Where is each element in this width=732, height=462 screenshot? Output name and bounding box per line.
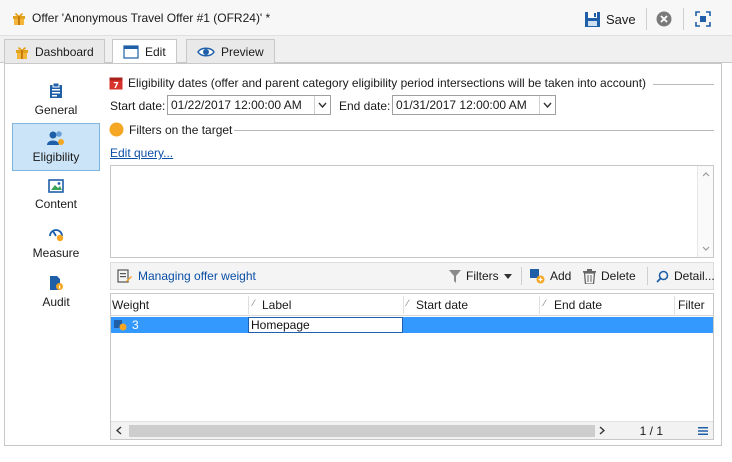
tab-label: Edit: [145, 45, 166, 59]
funnel-icon: [449, 269, 461, 283]
add-label: Add: [550, 269, 572, 283]
gift-icon: [13, 13, 25, 25]
save-button[interactable]: Save: [584, 8, 636, 30]
image-icon: [48, 179, 64, 193]
weight-table: Weight ⁄ Label ⁄ Start date ⁄ End date F…: [110, 293, 714, 440]
sidebar-item-content[interactable]: Content: [12, 171, 100, 219]
scrollbar-thumb[interactable]: [129, 425, 595, 437]
filter-status-icon: [109, 122, 124, 137]
sidebar-item-measure[interactable]: Measure: [12, 219, 100, 267]
magnifier-icon: [656, 270, 669, 283]
sidebar-item-eligibility[interactable]: Eligibility: [12, 123, 100, 171]
section-title: Filters on the target: [129, 122, 233, 137]
floppy-disk-icon: [585, 11, 600, 27]
end-date-label: End date:: [339, 99, 391, 113]
sidebar-item-label: General: [34, 103, 78, 117]
close-icon[interactable]: [655, 10, 673, 28]
managing-offer-weight-button[interactable]: Managing offer weight: [117, 263, 256, 289]
detail-button[interactable]: Detail...: [656, 263, 715, 289]
filters-label: Filters: [466, 269, 499, 283]
add-icon: [530, 269, 545, 284]
column-header-start-date[interactable]: Start date: [416, 298, 468, 312]
column-header-label[interactable]: Label: [262, 298, 291, 312]
tab-preview[interactable]: Preview: [186, 39, 275, 63]
chevron-right-icon[interactable]: [599, 426, 605, 435]
document-info-icon: [50, 276, 63, 290]
sidebar-item-general[interactable]: General: [12, 76, 100, 124]
horizontal-scrollbar[interactable]: 1 / 1: [111, 421, 713, 439]
query-preview: [110, 165, 714, 258]
start-date-field[interactable]: 01/22/2017 12:00:00 AM: [167, 95, 331, 115]
column-separator[interactable]: [403, 296, 404, 314]
section-divider: [234, 130, 714, 131]
column-separator[interactable]: [539, 296, 540, 314]
gift-icon: [16, 46, 28, 59]
sidebar: General Eligibility Content Measure Audi…: [6, 70, 102, 440]
window-title: Offer 'Anonymous Travel Offer #1 (OFR24)…: [32, 11, 271, 25]
column-header-end-date[interactable]: End date: [554, 298, 602, 312]
menu-icon[interactable]: [697, 425, 709, 437]
caret-down-icon: [503, 273, 512, 279]
detail-label: Detail...: [674, 269, 715, 283]
chevron-down-icon[interactable]: [314, 96, 330, 114]
start-date-value: 01/22/2017 12:00:00 AM: [171, 98, 302, 112]
sidebar-item-label: Measure: [32, 246, 80, 260]
tab-label: Dashboard: [35, 44, 94, 59]
table-row[interactable]: 3 Homepage: [111, 317, 713, 333]
toolbar-separator: [521, 267, 522, 285]
end-date-value: 01/31/2017 12:00:00 AM: [396, 98, 527, 112]
title-bar: Offer 'Anonymous Travel Offer #1 (OFR24)…: [0, 0, 732, 36]
sort-icon: ⁄: [253, 298, 255, 308]
weight-toolbar: Managing offer weight Filters Add Delete: [110, 262, 715, 290]
vertical-scrollbar[interactable]: [697, 166, 713, 257]
toolbar-separator: [683, 8, 684, 30]
column-separator[interactable]: [248, 296, 249, 314]
column-header-filter[interactable]: Filter: [678, 298, 705, 312]
weight-row-icon: [114, 320, 127, 331]
gauge-icon: [49, 229, 64, 242]
eye-icon: [197, 47, 215, 56]
edit-query-link[interactable]: Edit query...: [110, 146, 173, 160]
section-divider: [653, 84, 714, 85]
column-header-weight[interactable]: Weight: [112, 298, 149, 312]
calendar-icon: 7: [109, 77, 123, 90]
list-edit-icon: [117, 269, 132, 283]
end-date-field[interactable]: 01/31/2017 12:00:00 AM: [392, 95, 556, 115]
eligibility-dates-section: 7 Eligibility dates (offer and parent ca…: [109, 76, 646, 90]
pager-count: 1 / 1: [639, 424, 663, 438]
tab-strip: Dashboard Edit Preview: [0, 36, 732, 64]
chevron-down-icon[interactable]: [539, 96, 555, 114]
managing-offer-weight-label: Managing offer weight: [138, 269, 256, 283]
clipboard-icon: [50, 83, 62, 98]
save-label: Save: [606, 11, 636, 27]
tab-dashboard[interactable]: Dashboard: [4, 39, 105, 63]
svg-text:7: 7: [113, 81, 119, 90]
trash-icon: [583, 268, 596, 284]
sidebar-item-audit[interactable]: Audit: [12, 268, 100, 316]
cell-weight: 3: [132, 318, 139, 332]
chevron-left-icon[interactable]: [116, 426, 122, 435]
start-date-label: Start date:: [110, 99, 166, 113]
delete-label: Delete: [601, 269, 636, 283]
add-button[interactable]: Add: [529, 263, 571, 289]
tab-edit[interactable]: Edit: [112, 39, 177, 64]
filters-section: Filters on the target: [109, 122, 232, 137]
section-title: Eligibility dates (offer and parent cate…: [128, 76, 647, 90]
delete-button[interactable]: Delete: [583, 263, 636, 289]
cell-label-editor[interactable]: Homepage: [248, 317, 403, 333]
column-separator[interactable]: [674, 296, 675, 314]
sidebar-item-label: Eligibility: [32, 150, 80, 164]
sort-icon: ⁄: [407, 298, 409, 308]
users-icon: [47, 131, 64, 145]
toolbar-separator: [646, 8, 647, 30]
filters-button[interactable]: Filters: [449, 263, 512, 289]
maximize-icon[interactable]: [694, 10, 712, 28]
sidebar-item-label: Audit: [42, 295, 70, 309]
window-icon: [123, 45, 139, 59]
toolbar-separator: [647, 267, 648, 285]
table-header: Weight ⁄ Label ⁄ Start date ⁄ End date F…: [111, 294, 713, 316]
tab-label: Preview: [221, 44, 264, 59]
sort-icon: ⁄: [544, 298, 546, 308]
sidebar-item-label: Content: [34, 197, 78, 211]
